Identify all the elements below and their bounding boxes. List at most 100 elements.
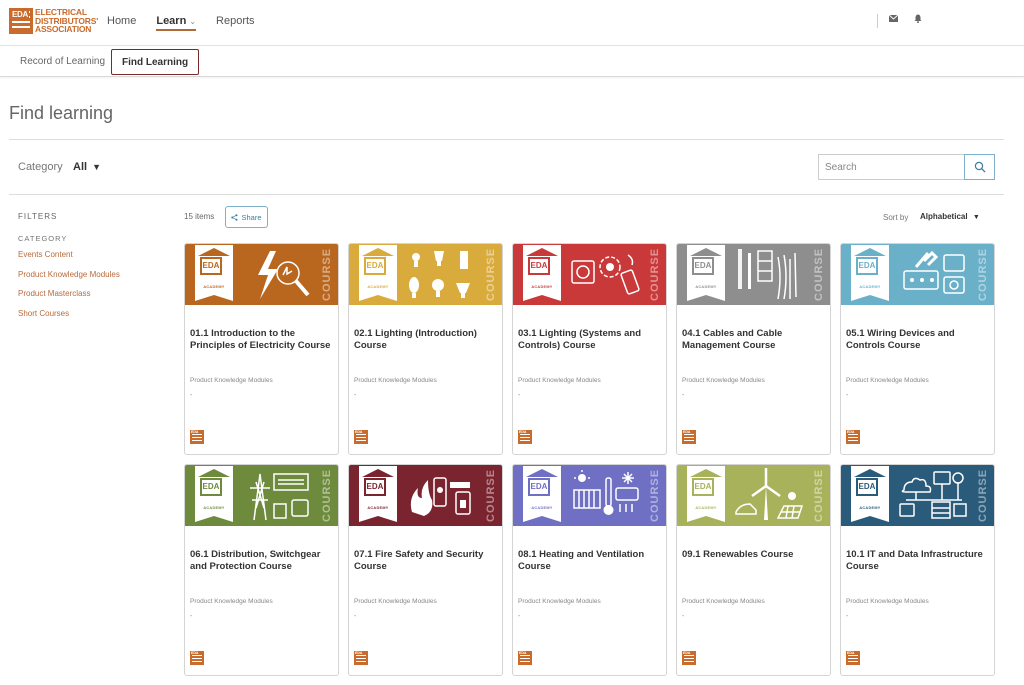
course-card[interactable]: EDA ACADEMY COURSE 07.1 Fire Safety and Sec… — [348, 464, 503, 676]
bell-icon[interactable] — [914, 14, 922, 26]
eda-mini-logo-icon — [846, 430, 860, 444]
sort-dropdown[interactable]: Alphabetical ▼ — [920, 212, 980, 221]
badge-text: EDA — [364, 478, 386, 496]
nav-learn[interactable]: Learn ⌄ — [156, 15, 197, 31]
network-cloud-icon — [899, 471, 967, 519]
tab-find-learning[interactable]: Find Learning — [111, 49, 200, 75]
nav-reports[interactable]: Reports — [216, 15, 255, 31]
badge-text: EDA — [200, 257, 222, 275]
academy-label: ACADEMY — [531, 506, 553, 510]
course-card[interactable]: EDA ACADEMY COURSE 02.1 Lighting (Introduct… — [348, 243, 503, 455]
fire-lock-icon — [410, 477, 471, 516]
graduation-cap-icon — [362, 469, 394, 477]
eda-mini-logo-icon — [354, 430, 368, 444]
academy-label: ACADEMY — [531, 285, 553, 289]
course-title[interactable]: 10.1 IT and Data Infrastructure Course — [846, 549, 991, 573]
course-vertical-label: COURSE — [485, 468, 497, 523]
graduation-cap-icon — [362, 248, 394, 256]
course-type: Product Knowledge Modules — [190, 598, 273, 605]
share-button[interactable]: Share — [225, 206, 268, 228]
course-banner: EDA ACADEMY COURSE — [677, 465, 830, 526]
eda-logo[interactable]: EDA ELECTRICAL DISTRIBUTORS' ASSOCIATION — [9, 8, 98, 34]
course-title[interactable]: 09.1 Renewables Course — [682, 549, 827, 561]
course-title[interactable]: 08.1 Heating and Ventilation Course — [518, 549, 663, 573]
eda-academy-badge: EDA ACADEMY — [359, 466, 397, 522]
course-card[interactable]: EDA ACADEMY COURSE 08.1 Heating and Ventila… — [512, 464, 667, 676]
plug-socket-icon — [903, 250, 965, 294]
eda-mini-logo-icon — [682, 430, 696, 444]
envelope-icon[interactable] — [888, 14, 899, 25]
academy-label: ACADEMY — [695, 285, 717, 289]
course-title[interactable]: 02.1 Lighting (Introduction) Course — [354, 328, 499, 352]
sub-tabs: Record of Learning Find Learning — [0, 47, 1024, 77]
eda-academy-badge: EDA ACADEMY — [359, 245, 397, 301]
course-card[interactable]: EDA ACADEMY COURSE 09.1 Renewables Course Pr… — [676, 464, 831, 676]
course-title[interactable]: 05.1 Wiring Devices and Controls Course — [846, 328, 991, 352]
course-extra: - — [190, 613, 193, 620]
caret-down-icon: ▼ — [92, 162, 101, 172]
course-card[interactable]: EDA ACADEMY COURSE 06.1 Distribution, Switc… — [184, 464, 339, 676]
eda-academy-badge: EDA ACADEMY — [851, 245, 889, 301]
nav-divider — [877, 14, 878, 28]
course-card[interactable]: EDA ACADEMY COURSE 04.1 Cables and Cable Ma… — [676, 243, 831, 455]
badge-text: EDA — [364, 257, 386, 275]
course-type: Product Knowledge Modules — [682, 377, 765, 384]
logo-line-3: ASSOCIATION — [35, 24, 92, 35]
course-type: Product Knowledge Modules — [682, 598, 765, 605]
chevron-down-icon: ⌄ — [189, 17, 197, 26]
course-vertical-label: COURSE — [977, 247, 989, 302]
eda-academy-badge: EDA ACADEMY — [195, 466, 233, 522]
course-type: Product Knowledge Modules — [190, 377, 273, 384]
controls-gear-icon — [571, 254, 640, 295]
course-banner: EDA ACADEMY COURSE — [841, 465, 994, 526]
academy-label: ACADEMY — [203, 285, 225, 289]
course-title[interactable]: 04.1 Cables and Cable Management Course — [682, 328, 827, 352]
eda-academy-badge: EDA ACADEMY — [523, 245, 561, 301]
course-title[interactable]: 06.1 Distribution, Switchgear and Protec… — [190, 549, 335, 573]
graduation-cap-icon — [854, 469, 886, 477]
course-vertical-label: COURSE — [813, 468, 825, 523]
course-vertical-label: COURSE — [321, 468, 333, 523]
logo-text: ELECTRICAL DISTRIBUTORS' ASSOCIATION — [35, 8, 98, 34]
course-title[interactable]: 07.1 Fire Safety and Security Course — [354, 549, 499, 573]
eda-mini-logo-icon — [190, 651, 204, 665]
radiator-thermometer-icon — [573, 470, 639, 515]
course-card[interactable]: EDA ACADEMY COURSE 01.1 Introduction to the… — [184, 243, 339, 455]
filter-events-content[interactable]: Events Content — [18, 250, 73, 259]
search-input[interactable] — [818, 154, 965, 180]
course-title[interactable]: 03.1 Lighting (Systems and Controls) Cou… — [518, 328, 663, 352]
nav-home[interactable]: Home — [107, 15, 136, 31]
course-card[interactable]: EDA ACADEMY COURSE 03.1 Lighting (Systems a… — [512, 243, 667, 455]
course-type: Product Knowledge Modules — [518, 598, 601, 605]
graduation-cap-icon — [198, 469, 230, 477]
course-vertical-label: COURSE — [485, 247, 497, 302]
filter-product-masterclass[interactable]: Product Masterclass — [18, 289, 90, 298]
course-card[interactable]: EDA ACADEMY COURSE 05.1 Wiring Devices and … — [840, 243, 995, 455]
badge-text: EDA — [856, 478, 878, 496]
course-title[interactable]: 01.1 Introduction to the Principles of E… — [190, 328, 335, 352]
course-banner: EDA ACADEMY COURSE — [841, 244, 994, 305]
course-extra: - — [354, 392, 357, 399]
filter-short-courses[interactable]: Short Courses — [18, 309, 69, 318]
category-dropdown[interactable]: All ▼ — [73, 161, 101, 173]
course-vertical-label: COURSE — [813, 247, 825, 302]
badge-text: EDA — [528, 478, 550, 496]
course-card[interactable]: EDA ACADEMY COURSE 10.1 IT and Data Infrast… — [840, 464, 995, 676]
filter-product-knowledge-modules[interactable]: Product Knowledge Modules — [18, 270, 120, 279]
category-label: Category — [18, 161, 63, 173]
badge-text: EDA — [528, 257, 550, 275]
course-banner: EDA ACADEMY COURSE — [513, 244, 666, 305]
search-button[interactable] — [964, 154, 995, 180]
lightning-magnifier-icon — [258, 251, 310, 299]
academy-label: ACADEMY — [367, 285, 389, 289]
course-extra: - — [846, 392, 849, 399]
eda-academy-badge: EDA ACADEMY — [195, 245, 233, 301]
graduation-cap-icon — [526, 248, 558, 256]
course-type: Product Knowledge Modules — [846, 377, 929, 384]
results-count: 15 items — [184, 212, 215, 221]
sort-value: Alphabetical — [920, 212, 968, 221]
tab-record-of-learning[interactable]: Record of Learning — [10, 49, 115, 75]
graduation-cap-icon — [198, 248, 230, 256]
eda-academy-badge: EDA ACADEMY — [851, 466, 889, 522]
divider — [9, 139, 1004, 140]
